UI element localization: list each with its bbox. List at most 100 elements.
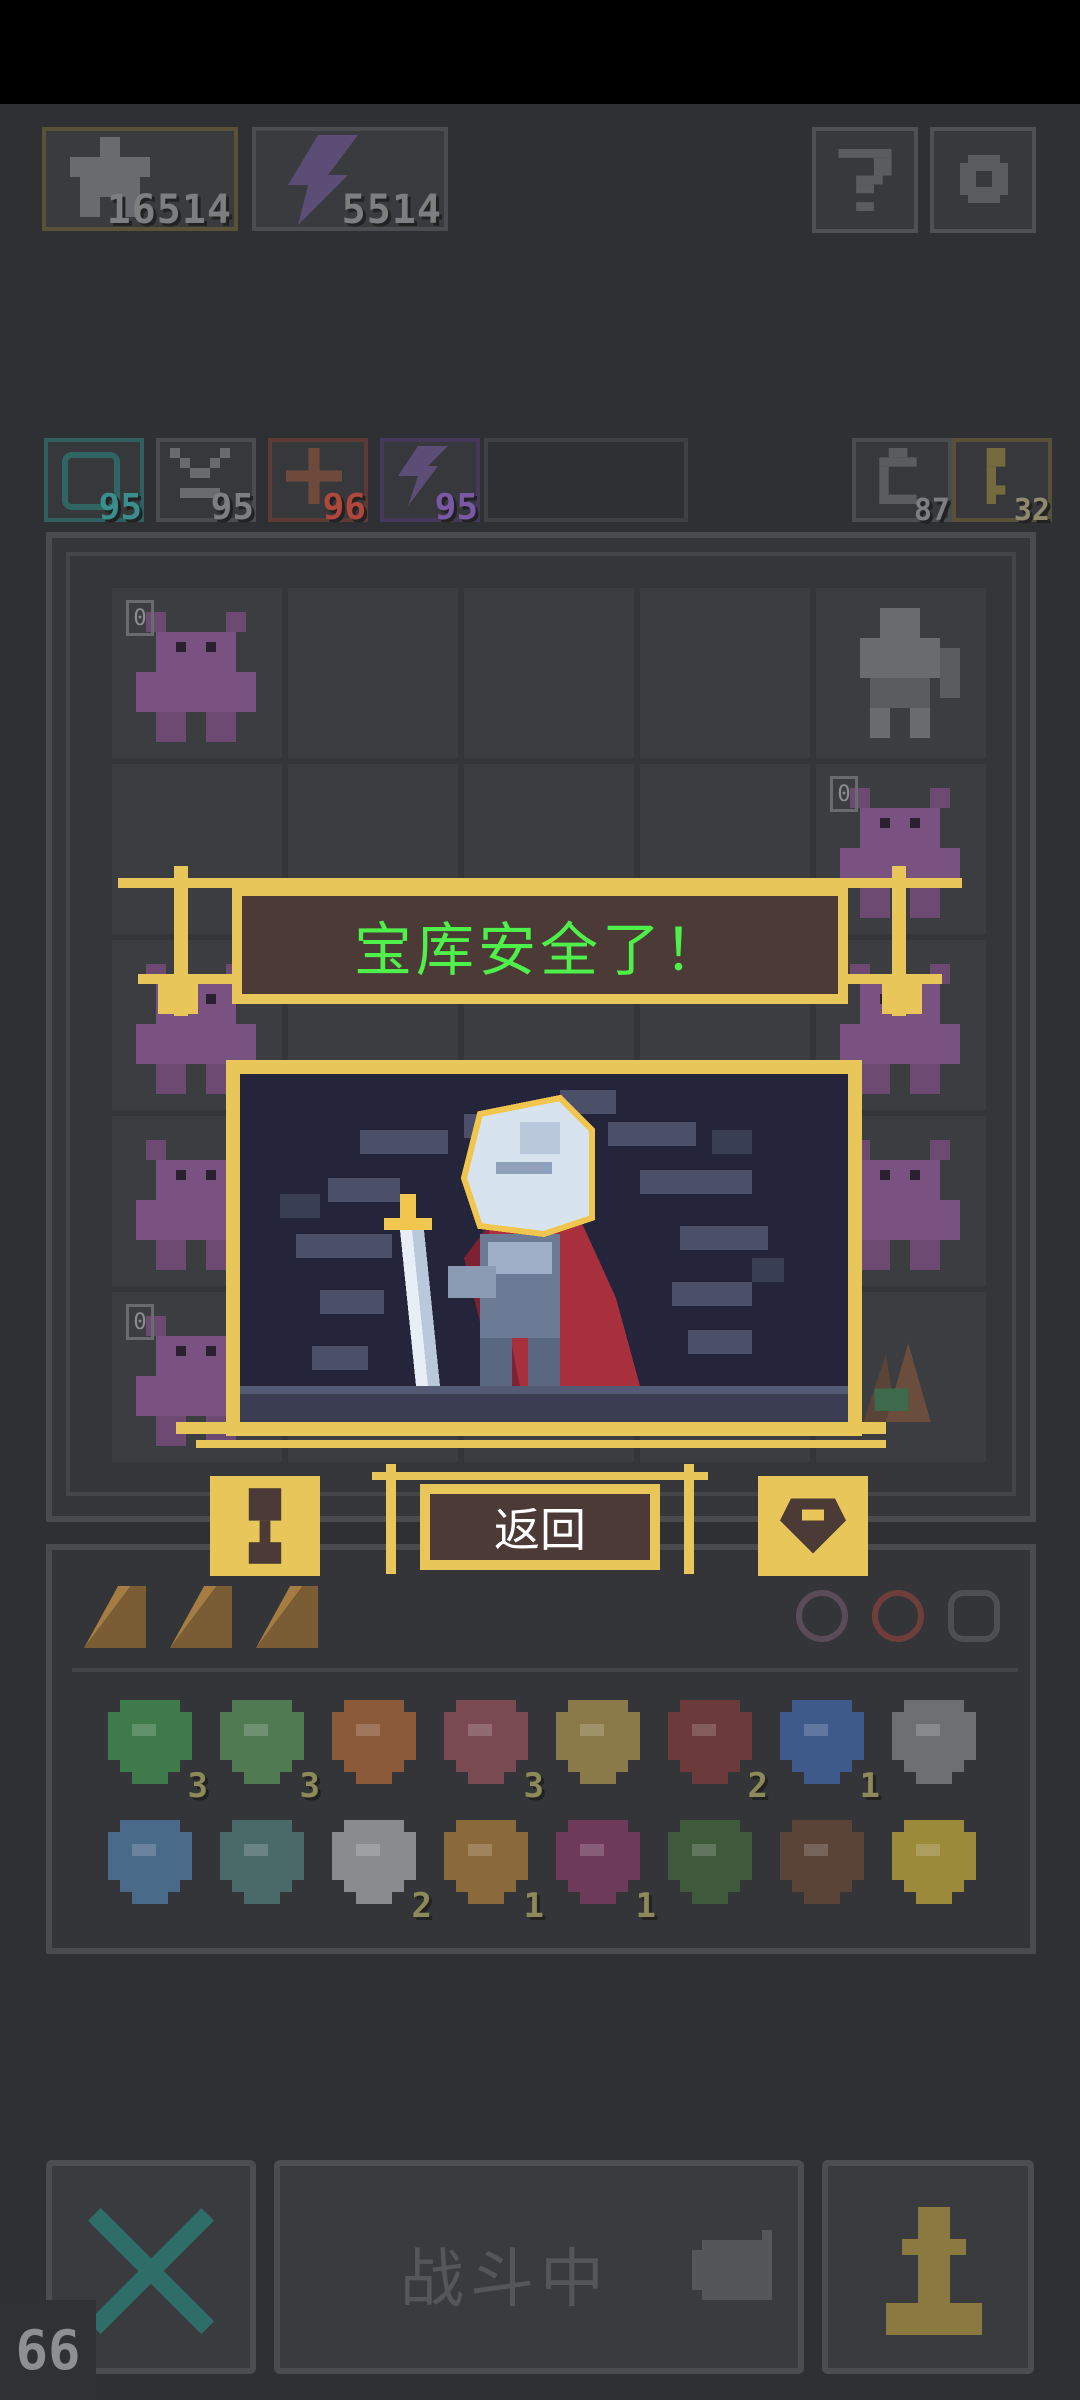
crystal-icon[interactable] xyxy=(780,1820,876,1916)
portrait-base-rail-2 xyxy=(196,1440,886,1448)
dialog-title-box: 宝库安全了！ xyxy=(232,886,848,1004)
item-count: 1 xyxy=(859,1766,880,1806)
crystal-icon-shape xyxy=(780,1820,864,1904)
helmet-icon[interactable]: 3 xyxy=(444,1700,544,1806)
battle-status-button[interactable]: 战斗中 xyxy=(274,2160,804,2374)
fist-icon xyxy=(692,2230,772,2300)
stat-bar-empty xyxy=(484,438,688,522)
banner-foot-right xyxy=(882,974,922,1014)
board-cell[interactable] xyxy=(288,588,458,758)
map-icon-shape xyxy=(668,1820,752,1904)
battle-label: 战斗中 xyxy=(400,2243,610,2317)
pawn-icon xyxy=(886,2207,982,2335)
demon-icon xyxy=(136,612,256,742)
item-count: 2 xyxy=(411,1886,432,1926)
green-potion-icon[interactable]: 3 xyxy=(220,1700,320,1806)
item-count: 2 xyxy=(747,1766,768,1806)
board-cell[interactable] xyxy=(640,588,810,758)
stat-health-value: 96 xyxy=(322,487,366,528)
skeleton-icon xyxy=(860,608,960,738)
monster-level-badge: 0 xyxy=(126,1304,154,1340)
back-post-right xyxy=(684,1464,694,1574)
item-count: 1 xyxy=(635,1886,656,1926)
knight-image xyxy=(240,1074,848,1422)
inventory-panel: 3 3 3 2 1 2 1 1 xyxy=(46,1544,1036,1954)
question-icon xyxy=(838,149,892,211)
ring-slot-icon[interactable] xyxy=(796,1590,848,1642)
blue-scroll-icon[interactable] xyxy=(108,1820,204,1916)
ring-icon[interactable]: 1 xyxy=(444,1820,544,1926)
stat-attack-value: 95 xyxy=(210,487,254,528)
keyhole-button[interactable] xyxy=(210,1476,320,1576)
portrait-base-rail xyxy=(176,1422,886,1434)
blue-scroll-icon-shape xyxy=(108,1820,192,1904)
stars-count: 16514 xyxy=(106,187,232,233)
hourglass-icon[interactable]: 1 xyxy=(780,1700,880,1806)
item-count: 3 xyxy=(187,1766,208,1806)
trident-icon-shape xyxy=(556,1700,640,1784)
mirror-icon-shape xyxy=(892,1700,976,1784)
monster-level-badge: 0 xyxy=(830,776,858,812)
gem-button[interactable] xyxy=(758,1476,868,1576)
claw-icon[interactable]: 2 xyxy=(332,1820,432,1926)
ring-icon-shape xyxy=(444,1820,528,1904)
settings-button[interactable] xyxy=(930,127,1036,233)
banner-foot-left xyxy=(158,974,198,1014)
green-potion-icon-shape xyxy=(220,1700,304,1784)
crystal-icon xyxy=(863,1343,931,1422)
board-cell[interactable]: 0 xyxy=(112,588,282,758)
map-icon[interactable] xyxy=(668,1820,764,1916)
key-count: 32 xyxy=(1013,493,1050,528)
green-gem-icon[interactable]: 3 xyxy=(108,1700,208,1806)
stat-energy-value: 95 xyxy=(434,487,478,528)
knight-portrait xyxy=(226,1060,862,1436)
stat-defense-value: 95 xyxy=(98,487,142,528)
undo-counter[interactable]: 87 xyxy=(852,438,952,528)
monster-level-badge: 0 xyxy=(126,600,154,636)
gear-icon xyxy=(960,155,1008,203)
helmet-icon-shape xyxy=(444,1700,528,1784)
ring-slot-icon[interactable] xyxy=(872,1590,924,1642)
green-gem-icon-shape xyxy=(108,1700,192,1784)
status-bar xyxy=(0,0,1080,104)
shield-icon-shape xyxy=(332,1700,416,1784)
slot-wedge-icon[interactable] xyxy=(256,1586,318,1648)
demon-icon-shape xyxy=(556,1820,640,1904)
fps-counter: 66 xyxy=(0,2300,96,2400)
pawn-button[interactable] xyxy=(822,2160,1034,2374)
trident-icon[interactable] xyxy=(556,1700,652,1796)
golden-key-icon[interactable] xyxy=(892,1820,988,1916)
stat-attack: 95 xyxy=(156,438,256,528)
mirror-icon[interactable] xyxy=(892,1700,988,1796)
back-button[interactable]: 返回 xyxy=(420,1484,660,1570)
energy-count: 5514 xyxy=(341,187,442,233)
inventory-items: 3 3 3 2 1 2 1 1 xyxy=(98,1670,998,1930)
red-jar-icon-shape xyxy=(668,1700,752,1784)
undo-count: 87 xyxy=(913,493,950,528)
key-counter[interactable]: 32 xyxy=(952,438,1052,528)
potion-slots xyxy=(78,1576,340,1660)
back-top-rail xyxy=(372,1472,708,1480)
item-count: 3 xyxy=(299,1766,320,1806)
ring-slot-icon[interactable] xyxy=(948,1590,1000,1642)
gem-icon xyxy=(780,1498,846,1554)
board-cell[interactable] xyxy=(464,588,634,758)
dialog-title: 宝库安全了！ xyxy=(353,916,726,984)
claw-icon-shape xyxy=(332,1820,416,1904)
item-count: 1 xyxy=(523,1886,544,1926)
key-icon xyxy=(986,448,1006,504)
slot-wedge-icon[interactable] xyxy=(170,1586,232,1648)
red-jar-icon[interactable]: 2 xyxy=(668,1700,768,1806)
board-cell[interactable] xyxy=(816,588,986,758)
help-button[interactable] xyxy=(812,127,918,233)
close-icon xyxy=(88,2208,214,2334)
demon-icon[interactable]: 1 xyxy=(556,1820,656,1926)
stars-resource: 16514 xyxy=(42,127,238,233)
keyhole-icon xyxy=(248,1488,282,1564)
bell-icon[interactable] xyxy=(220,1820,316,1916)
stat-energy: 95 xyxy=(380,438,480,528)
item-count: 3 xyxy=(523,1766,544,1806)
slot-wedge-icon[interactable] xyxy=(84,1586,146,1648)
golden-key-icon-shape xyxy=(892,1820,976,1904)
shield-icon[interactable] xyxy=(332,1700,428,1796)
